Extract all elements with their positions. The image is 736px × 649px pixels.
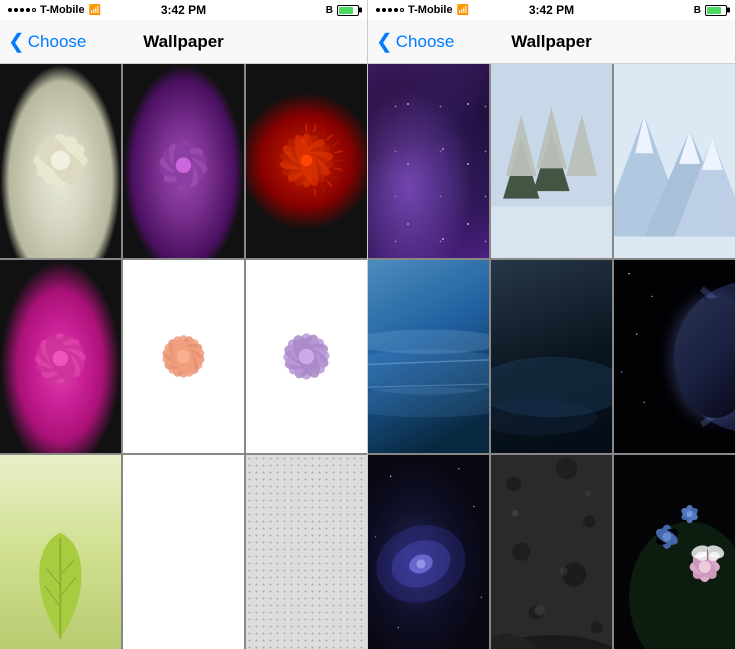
carrier-label: T-Mobile xyxy=(40,4,85,16)
back-button-right[interactable]: ❮ Choose xyxy=(376,32,454,52)
wallpaper-snowy-mountains[interactable] xyxy=(614,64,735,258)
time-display-right: 3:42 PM xyxy=(529,3,574,17)
wallpaper-blue-water[interactable] xyxy=(368,260,489,454)
wallpaper-moon[interactable] xyxy=(491,455,612,649)
wallpaper-snowy-trees[interactable] xyxy=(491,64,612,258)
back-button-left[interactable]: ❮ Choose xyxy=(8,32,86,52)
carrier-label-right: T-Mobile xyxy=(408,4,453,16)
status-left: T-Mobile 📶 xyxy=(8,4,101,16)
bluetooth-icon-right: B xyxy=(694,5,701,16)
status-right: B xyxy=(326,5,359,16)
back-label-left[interactable]: Choose xyxy=(28,32,87,52)
wallpaper-purple-flower[interactable] xyxy=(123,64,244,258)
wallpaper-red-firework[interactable] xyxy=(246,64,367,258)
status-bar-right: T-Mobile 📶 3:42 PM B xyxy=(368,0,735,20)
wallpaper-planet[interactable] xyxy=(614,260,735,454)
page-title-left: Wallpaper xyxy=(143,32,224,52)
nav-bar-left: ❮ Choose Wallpaper xyxy=(0,20,367,64)
wallpaper-grid-right xyxy=(368,64,735,649)
back-label-right[interactable]: Choose xyxy=(396,32,455,52)
status-right-right: B xyxy=(694,5,727,16)
time-display-left: 3:42 PM xyxy=(161,3,206,17)
wifi-icon-right: 📶 xyxy=(457,5,469,16)
wallpaper-white[interactable] xyxy=(123,455,244,649)
wallpaper-lavender-flower[interactable] xyxy=(246,260,367,454)
signal-icon xyxy=(8,8,36,12)
left-phone-panel: T-Mobile 📶 3:42 PM B ❮ Choose Wallpaper xyxy=(0,0,368,649)
battery-icon xyxy=(337,5,359,16)
wallpaper-leaf[interactable] xyxy=(0,455,121,649)
bluetooth-icon: B xyxy=(326,5,333,16)
wallpaper-pink-dahlia[interactable] xyxy=(0,260,121,454)
page-title-right: Wallpaper xyxy=(511,32,592,52)
wallpaper-white-flower[interactable] xyxy=(0,64,121,258)
wallpaper-dark-ocean[interactable] xyxy=(491,260,612,454)
chevron-left-icon: ❮ xyxy=(8,32,25,52)
nav-bar-right: ❮ Choose Wallpaper xyxy=(368,20,735,64)
wallpaper-flowers-dark[interactable] xyxy=(614,455,735,649)
status-bar-left: T-Mobile 📶 3:42 PM B xyxy=(0,0,367,20)
status-left-right: T-Mobile 📶 xyxy=(376,4,469,16)
right-phone-panel: T-Mobile 📶 3:42 PM B ❮ Choose Wallpaper xyxy=(368,0,736,649)
chevron-left-icon-right: ❮ xyxy=(376,32,393,52)
wallpaper-galaxy-purple[interactable] xyxy=(368,64,489,258)
wallpaper-gray-dots[interactable] xyxy=(246,455,367,649)
wallpaper-grid-left xyxy=(0,64,367,649)
wallpaper-coral-flower[interactable] xyxy=(123,260,244,454)
wallpaper-galaxy-spiral[interactable] xyxy=(368,455,489,649)
wifi-icon: 📶 xyxy=(89,5,101,16)
battery-icon-right xyxy=(705,5,727,16)
signal-icon-right xyxy=(376,8,404,12)
